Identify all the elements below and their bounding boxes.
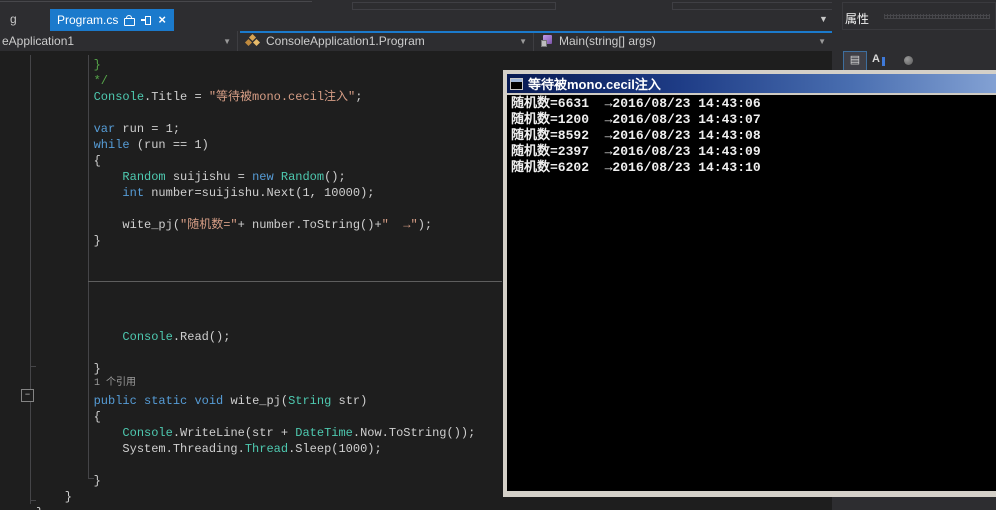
console-line: 随机数=1200 →2016/08/23 14:43:07 xyxy=(511,112,761,127)
code-token: wite_pj( xyxy=(36,218,181,232)
code-token: str) xyxy=(331,394,368,408)
code-token: } xyxy=(36,490,73,504)
code-token: wite_pj( xyxy=(223,394,289,408)
code-token: { xyxy=(36,154,101,168)
code-token: } xyxy=(36,506,43,510)
chevron-down-icon: ▼ xyxy=(223,37,231,46)
method-dropdown[interactable]: Main(string[] args) ▼ xyxy=(535,31,832,51)
code-token: (); xyxy=(324,170,346,184)
code-token: Random xyxy=(280,170,325,184)
panel-drag-grip[interactable] xyxy=(884,14,990,19)
chevron-down-icon: ▼ xyxy=(818,37,826,46)
alphabetical-sort-button[interactable]: A xyxy=(872,53,885,66)
properties-panel-title: 属性 xyxy=(845,12,870,26)
code-token: .Read(); xyxy=(172,330,231,344)
project-dropdown[interactable]: eApplication1 ▼ xyxy=(0,31,238,51)
wrench-icon[interactable] xyxy=(904,56,913,65)
code-token: int xyxy=(122,186,145,200)
code-token: DateTime xyxy=(295,426,353,440)
properties-toolbar: ▤ A xyxy=(832,50,996,72)
code-token: Thread xyxy=(244,442,289,456)
code-token: Console xyxy=(93,90,145,104)
console-output[interactable]: 随机数=6631 →2016/08/23 14:43:06 随机数=1200 →2… xyxy=(507,95,996,491)
categorized-view-button[interactable]: ▤ xyxy=(843,51,867,71)
code-token: .WriteLine(str + xyxy=(172,426,296,440)
code-token: } xyxy=(36,58,101,72)
document-list-dropdown-icon[interactable]: ▼ xyxy=(819,14,828,24)
class-icon xyxy=(244,33,261,47)
code-token: { xyxy=(36,410,101,424)
method-icon xyxy=(541,35,553,47)
code-token: .Title = xyxy=(144,90,209,104)
code-token: ); xyxy=(417,218,433,232)
console-line: 随机数=6631 →2016/08/23 14:43:06 xyxy=(511,96,761,111)
console-titlebar[interactable]: 等待被mono.cecil注入 xyxy=(507,74,996,95)
code-token: number=suijishu.Next(1, 10000); xyxy=(144,186,375,200)
code-token: } xyxy=(36,474,101,488)
navigation-bar: eApplication1 ▼ ConsoleApplication1.Prog… xyxy=(0,31,832,51)
code-line: } xyxy=(36,505,832,510)
console-window: 等待被mono.cecil注入 随机数=6631 →2016/08/23 14:… xyxy=(503,70,996,497)
console-title-text: 等待被mono.cecil注入 xyxy=(528,77,661,92)
console-line: 随机数=2397 →2016/08/23 14:43:09 xyxy=(511,144,761,159)
class-dropdown[interactable]: ConsoleApplication1.Program ▼ xyxy=(240,31,534,51)
code-token: public xyxy=(93,394,137,408)
chevron-down-icon: ▼ xyxy=(519,37,527,46)
code-token: */ xyxy=(36,74,109,88)
code-token: static xyxy=(144,394,188,408)
console-app-icon xyxy=(510,77,523,90)
tab-label: Program.cs xyxy=(57,13,119,27)
code-token: new xyxy=(252,170,274,184)
code-token: + number.ToString()+ xyxy=(237,218,382,232)
code-token: Console xyxy=(122,426,173,440)
pin-icon[interactable] xyxy=(141,15,152,25)
code-token: void xyxy=(194,394,224,408)
console-line: 随机数=6202 →2016/08/23 14:43:10 xyxy=(511,160,761,175)
code-token: run = 1; xyxy=(115,122,181,136)
toolbar-remnant xyxy=(0,1,312,2)
code-token: .Sleep(1000); xyxy=(288,442,382,456)
code-token: suijishu = xyxy=(165,170,253,184)
code-token: "随机数=" xyxy=(180,218,238,232)
project-dropdown-label: eApplication1 xyxy=(2,34,75,48)
class-dropdown-label: ConsoleApplication1.Program xyxy=(266,34,425,48)
toolbar-remnant xyxy=(352,2,556,10)
lock-icon xyxy=(124,14,136,26)
code-token: "等待被mono.cecil注入" xyxy=(208,90,356,104)
code-token: ; xyxy=(355,90,363,104)
code-token: String xyxy=(288,394,332,408)
code-token: " →" xyxy=(381,218,418,232)
sort-bar-icon xyxy=(882,57,885,66)
code-token: Console xyxy=(122,330,173,344)
collapsed-region-separator xyxy=(88,281,502,282)
code-token: System.Threading. xyxy=(36,442,245,456)
tab-program-cs[interactable]: Program.cs × xyxy=(50,9,174,31)
code-token: .Now.ToString()); xyxy=(352,426,476,440)
code-token: } xyxy=(36,234,101,248)
code-token: while xyxy=(93,138,130,152)
code-token: Random xyxy=(122,170,166,184)
tab-partial[interactable]: g xyxy=(10,12,17,26)
code-token: var xyxy=(93,122,116,136)
alphabetical-glyph: A xyxy=(872,53,880,65)
code-token: (run == 1) xyxy=(129,138,209,152)
method-dropdown-label: Main(string[] args) xyxy=(559,34,656,48)
active-group-accent xyxy=(240,31,832,33)
ide-window: g Program.cs × ▼ eApplication1 ▼ Console… xyxy=(0,0,996,510)
console-line: 随机数=8592 →2016/08/23 14:43:08 xyxy=(511,128,761,143)
close-icon[interactable]: × xyxy=(158,13,166,26)
code-token: } xyxy=(36,362,101,376)
